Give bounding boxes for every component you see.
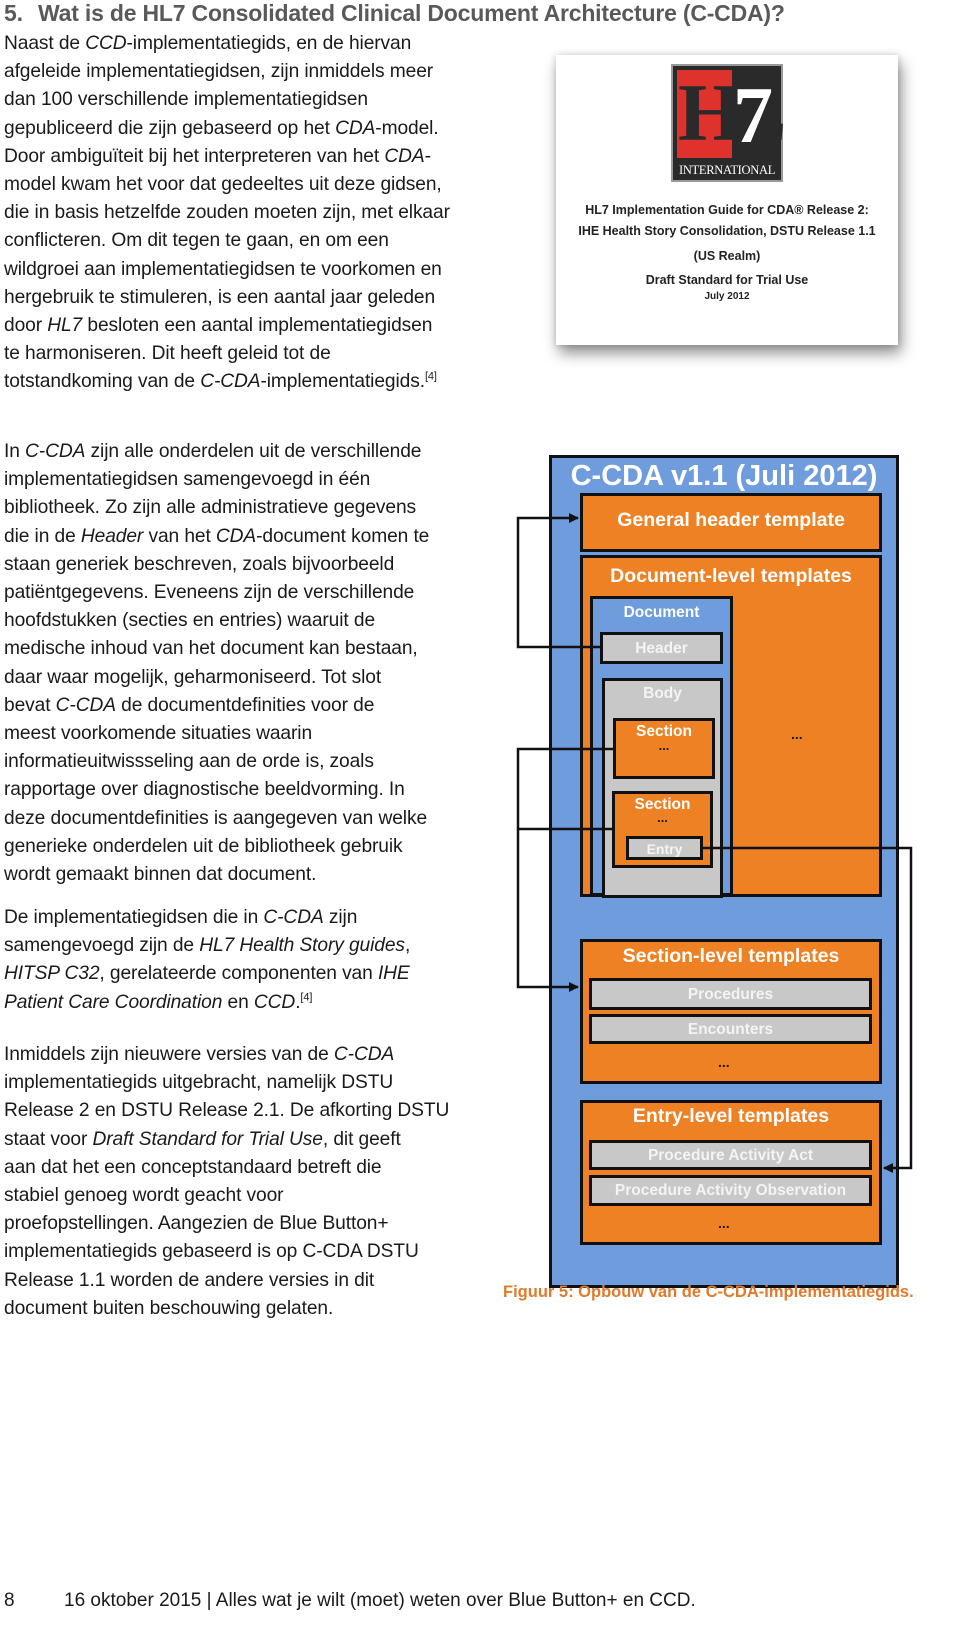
connector-entry-to-entry-level bbox=[703, 846, 913, 1173]
intro-paragraph: Naast de CCD-implementatiegids, en de hi… bbox=[4, 30, 504, 397]
text-line: aan dat het een conceptstandaard betreft… bbox=[4, 1156, 382, 1178]
text-line: gepubliceerd die zijn gebaseerd op het C… bbox=[4, 117, 439, 139]
ccda-structure-diagram: C-CDA v1.1 (Juli 2012) General header te… bbox=[490, 430, 930, 1310]
connector-header-to-general-header bbox=[516, 513, 602, 649]
text-line: rapportage over diagnostische beeldvormi… bbox=[4, 779, 405, 801]
text-line: wordt gemaakt binnen dat document. bbox=[4, 864, 317, 886]
text-line: document buiten beschouwing gelaten. bbox=[4, 1297, 334, 1319]
text-line: Release 2 en DSTU Release 2.1. De afkort… bbox=[4, 1100, 450, 1122]
text-line: wildgroei aan implementatiegidsen te voo… bbox=[4, 258, 442, 280]
cover-line-subtitle: IHE Health Story Consolidation, DSTU Rel… bbox=[578, 224, 876, 238]
text-line: Release 1.1 worden de andere versies in … bbox=[4, 1269, 375, 1291]
text-line: model kwam het voor dat gedeeltes uit de… bbox=[4, 174, 442, 196]
text-line: totstandkoming van de C-CDA-implementati… bbox=[4, 371, 437, 393]
text-line: implementatiegids uitgebracht, namelijk … bbox=[4, 1072, 394, 1094]
text-line: door HL7 besloten een aantal implementat… bbox=[4, 315, 433, 337]
ccda-library-paragraph: In C-CDA zijn alle onderdelen uit de ver… bbox=[4, 438, 494, 889]
connector-section1-to-section-level bbox=[516, 747, 614, 992]
logo-digit: 7 bbox=[733, 72, 773, 160]
cover-line-title: HL7 Implementation Guide for CDA® Releas… bbox=[585, 203, 869, 217]
text-line: te harmoniseren. Dit heeft geleid tot de bbox=[4, 343, 331, 365]
page-number: 8 bbox=[4, 1590, 15, 1611]
page-footer: 8 16 oktober 2015 | Alles wat je wilt (mo… bbox=[4, 1590, 696, 1612]
cover-line-realm: (US Realm) bbox=[693, 249, 761, 263]
text-line: Door ambiguïteit bij het interpreteren v… bbox=[4, 145, 431, 167]
text-line: conflicteren. Om dit tegen te gaan, en o… bbox=[4, 230, 389, 252]
diagram-connectors bbox=[516, 513, 913, 1173]
text-line: meest voorkomende situaties waarin bbox=[4, 723, 313, 745]
citation-reference: [4] bbox=[300, 991, 313, 1004]
text-line: generieke onderdelen uit de bibliotheek … bbox=[4, 835, 403, 857]
text-line: samengevoegd zijn de HL7 Health Story gu… bbox=[4, 935, 411, 957]
section-heading: 5. Wat is de HL7 Consolidated Clinical Do… bbox=[4, 0, 785, 27]
cover-line-status: Draft Standard for Trial Use bbox=[645, 273, 809, 287]
text-line: stabiel genoeg wordt geacht voor bbox=[4, 1185, 284, 1207]
citation-reference: [4] bbox=[424, 371, 437, 384]
section-number: 5. bbox=[4, 0, 23, 26]
text-line: staat voor Draft Standard for Trial Use,… bbox=[4, 1128, 401, 1150]
newer-versions-paragraph: Inmiddels zijn nieuwere versies van de C… bbox=[4, 1041, 494, 1323]
text-line: informatieuitwissseling aan de orde is, … bbox=[4, 751, 374, 773]
cover-line-date: July 2012 bbox=[704, 291, 750, 302]
text-line: bibliotheek. Zo zijn alle administratiev… bbox=[4, 497, 417, 519]
text-line: proefopstellingen. Aangezien de Blue But… bbox=[4, 1213, 389, 1235]
text-line: bevat C-CDA de documentdefinities voor d… bbox=[4, 694, 375, 716]
hl7-guide-cover-image: HL 7 INTERNATIONAL HL7 Implementation Gu… bbox=[556, 55, 898, 345]
text-line: afgeleide implementatiegidsen, zijn inmi… bbox=[4, 61, 434, 83]
text-line: die in de Header van het CDA-document ko… bbox=[4, 525, 430, 547]
text-line: In C-CDA zijn alle onderdelen uit de ver… bbox=[4, 441, 422, 462]
footer-text: 16 oktober 2015 | Alles wat je wilt (moe… bbox=[64, 1590, 696, 1611]
logo-subtitle: INTERNATIONAL bbox=[678, 163, 776, 177]
text-line: Inmiddels zijn nieuwere versies van de C… bbox=[4, 1044, 395, 1065]
text-line: hoofdstukken (secties en entries) waarui… bbox=[4, 610, 376, 632]
merged-guides-paragraph: De implementatiegidsen die in C-CDA zijn… bbox=[4, 904, 494, 1017]
text-line: De implementatiegidsen die in C-CDA zijn bbox=[4, 907, 358, 928]
text-line: implementatiegidsen samengevoegd in één bbox=[4, 469, 371, 491]
text-line: medische inhoud van het document kan bes… bbox=[4, 638, 418, 660]
text-line: implementatiegids gebaseerd is op C-CDA … bbox=[4, 1241, 419, 1263]
text-line: patiëntgegevens. Eveneens zijn de versch… bbox=[4, 582, 415, 604]
text-line: Naast de CCD-implementatiegids, en de hi… bbox=[4, 33, 412, 54]
text-line: dan 100 verschillende implementatiegidse… bbox=[4, 89, 368, 111]
figure-caption: Figuur 5: Opbouw van de C-CDA-implementa… bbox=[503, 1283, 914, 1301]
text-line: deze documentdefinities is aangegeven va… bbox=[4, 807, 428, 829]
text-line: HITSP C32, gerelateerde componenten van … bbox=[4, 963, 410, 985]
text-line: Patient Care Coordination en CCD.[4] bbox=[4, 991, 313, 1013]
text-line: die in basis hetzelfde zouden moeten zij… bbox=[4, 202, 450, 224]
text-line: daar waar mogelijk, geharmoniseerd. Tot … bbox=[4, 666, 382, 688]
text-line: staan generiek beschreven, zoals bijvoor… bbox=[4, 553, 395, 575]
text-line: hergebruik te stimuleren, is een aantal … bbox=[4, 286, 436, 308]
hl7-international-logo: HL 7 INTERNATIONAL bbox=[671, 64, 787, 182]
section-title: Wat is de HL7 Consolidated Clinical Docu… bbox=[38, 0, 785, 26]
